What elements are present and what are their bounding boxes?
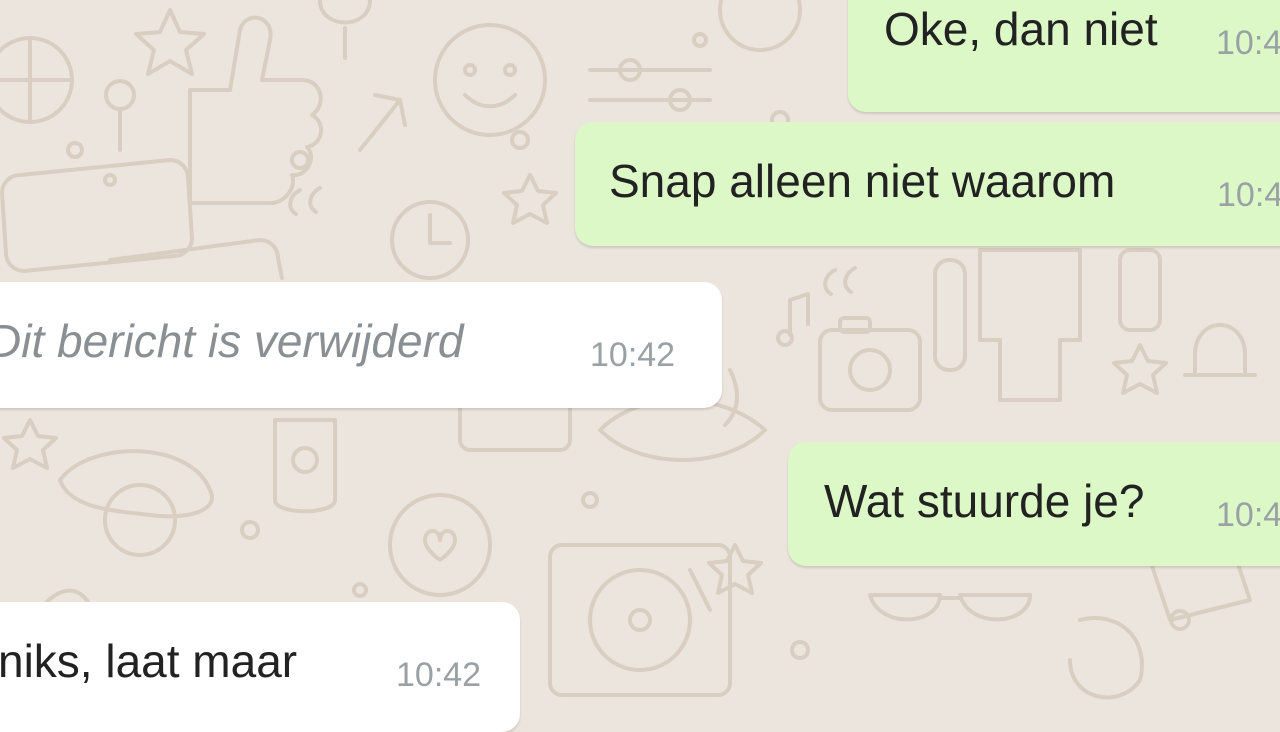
message-text: Wat stuurde je? — [824, 475, 1145, 527]
heart-doodle-icon — [388, 493, 492, 597]
face-doodle-icon — [433, 23, 547, 137]
message-timestamp: 10:4 — [1216, 24, 1280, 62]
message-text: Oke, dan niet — [884, 3, 1158, 55]
message-bubble-incoming[interactable]: niks, laat maar 10:42 — [0, 602, 520, 732]
cup-doodle-icon — [273, 418, 337, 514]
message-bubble-outgoing[interactable]: Snap alleen niet waarom 10:4 — [575, 122, 1280, 246]
quote-doodle-icon — [288, 186, 322, 216]
star-doodle-icon-3 — [1112, 343, 1168, 395]
message-timestamp: 10:42 — [396, 656, 482, 694]
message-bubble-outgoing[interactable]: Oke, dan niet 10:4 — [848, 0, 1280, 112]
camera-doodle-icon — [818, 328, 922, 412]
stopwatch-doodle-icon — [718, 0, 802, 52]
slider-doodle-icon — [588, 68, 712, 102]
message-timestamp: 10:42 — [590, 336, 676, 374]
message-bubble-incoming-deleted[interactable]: Dit bericht is verwijderd 10:42 — [0, 282, 722, 408]
pin-doodle-icon — [104, 79, 136, 111]
message-bubble-outgoing[interactable]: Wat stuurde je? 10:4 — [788, 442, 1280, 566]
sunglasses-doodle-icon — [868, 593, 1032, 622]
music-note-doodle-icon — [788, 292, 810, 337]
lips-doodle-icon — [598, 398, 767, 462]
star-doodle-icon-4 — [2, 418, 58, 470]
deleted-message-text: Dit bericht is verwijderd — [0, 315, 464, 367]
thumbs-up-doodle-icon — [188, 15, 323, 206]
star-doodle-icon-2 — [502, 173, 558, 225]
message-text: niks, laat maar — [0, 635, 298, 687]
microphone-doodle-icon — [318, 0, 372, 60]
message-timestamp: 10:4 — [1216, 496, 1280, 534]
star-doodle-icon — [134, 8, 206, 76]
message-timestamp: 10:4 — [1217, 176, 1280, 214]
arrow-doodle-icon — [358, 93, 407, 152]
message-text: Snap alleen niet waarom — [609, 155, 1116, 207]
turntable-doodle-icon — [548, 543, 732, 697]
star-doodle-icon-5 — [707, 543, 763, 595]
bell-doodle-icon — [1183, 323, 1257, 377]
